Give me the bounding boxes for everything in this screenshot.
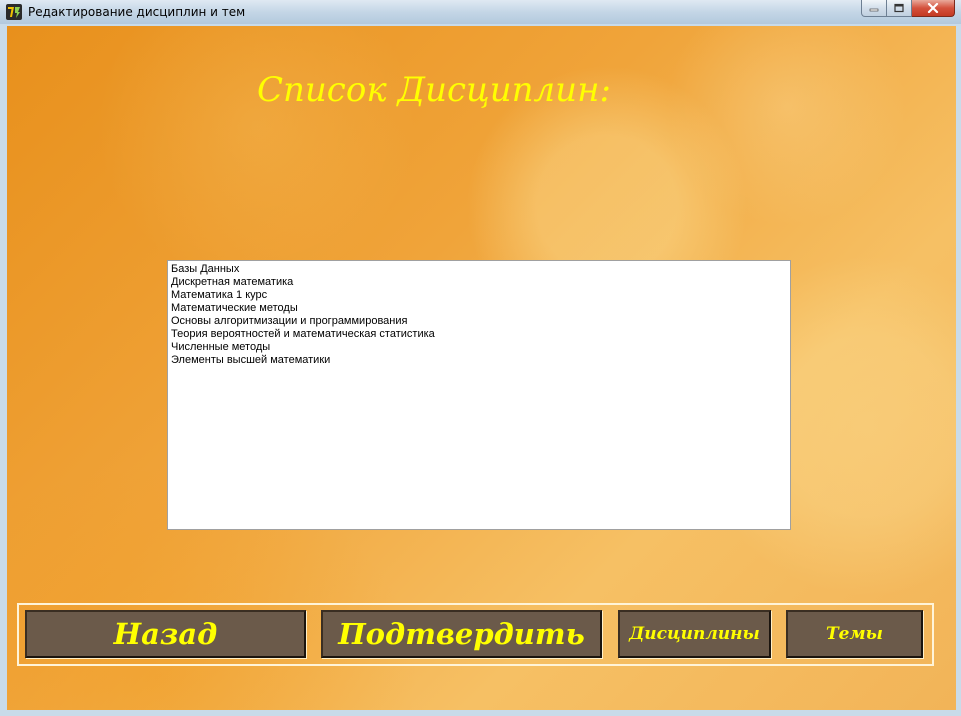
window-title: Редактирование дисциплин и тем	[28, 5, 246, 19]
close-icon	[927, 3, 939, 13]
maximize-button[interactable]	[887, 0, 912, 17]
maximize-icon	[894, 3, 904, 13]
list-item[interactable]: Математические методы	[170, 302, 788, 315]
window-controls	[861, 0, 955, 18]
minimize-button[interactable]	[861, 0, 887, 17]
list-item[interactable]: Численные методы	[170, 341, 788, 354]
disciplines-button[interactable]: Дисциплины	[618, 610, 771, 658]
topics-button[interactable]: Темы	[786, 610, 923, 658]
app-icon	[6, 4, 22, 20]
list-item[interactable]: Базы Данных	[170, 263, 788, 276]
list-item[interactable]: Дискретная математика	[170, 276, 788, 289]
minimize-icon	[869, 8, 879, 12]
list-item[interactable]: Математика 1 курс	[170, 289, 788, 302]
title-bar[interactable]: Редактирование дисциплин и тем	[0, 0, 961, 24]
form-client-area: Список Дисциплин: Базы Данных Дискретная…	[7, 26, 956, 710]
disciplines-listbox[interactable]: Базы Данных Дискретная математика Матема…	[167, 260, 791, 530]
app-window: Редактирование дисциплин и тем Список Ди…	[0, 0, 961, 716]
button-panel: Назад Подтвердить Дисциплины Темы	[17, 603, 934, 666]
list-item[interactable]: Теория вероятностей и математическая ста…	[170, 328, 788, 341]
close-button[interactable]	[912, 0, 955, 17]
page-title: Список Дисциплин:	[257, 70, 611, 110]
list-item[interactable]: Элементы высшей математики	[170, 354, 788, 367]
list-item[interactable]: Основы алгоритмизации и программирования	[170, 315, 788, 328]
back-button[interactable]: Назад	[25, 610, 306, 658]
confirm-button[interactable]: Подтвердить	[321, 610, 602, 658]
